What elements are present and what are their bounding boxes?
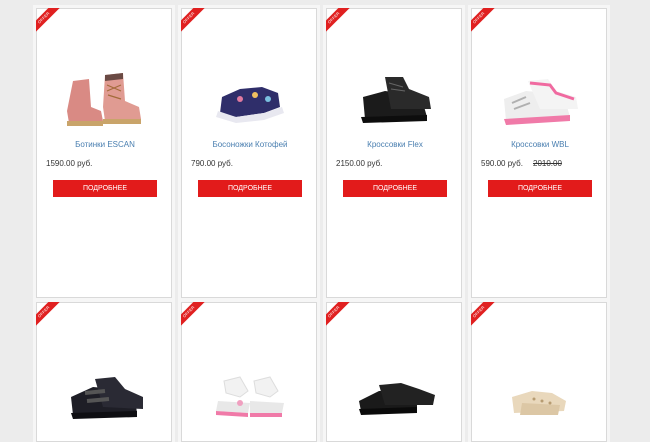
navy-sandals-icon[interactable] <box>200 63 300 133</box>
product-card[interactable]: offer <box>471 302 607 442</box>
product-price: 790.00 руб. <box>191 159 233 168</box>
offer-ribbon: offer <box>326 8 352 34</box>
black-velcro-shoes-icon[interactable] <box>55 357 155 427</box>
product-card[interactable]: offer <box>36 302 172 442</box>
details-button[interactable]: ПОДРОБНЕЕ <box>198 180 302 197</box>
product-price: 2150.00 руб. <box>336 159 383 168</box>
details-button[interactable]: ПОДРОБНЕЕ <box>53 180 157 197</box>
white-sandals-icon[interactable] <box>200 357 300 427</box>
offer-ribbon: offer <box>326 302 352 328</box>
details-button[interactable]: ПОДРОБНЕЕ <box>343 180 447 197</box>
product-card[interactable]: offer Босоножки Котофей 790.00 руб. ПОДР… <box>181 8 317 298</box>
product-card[interactable]: offer <box>326 302 462 442</box>
pink-boots-icon[interactable] <box>55 63 155 133</box>
product-card[interactable]: offer Кроссовки WBL 590.00 руб. 2010.00 … <box>471 8 607 298</box>
offer-ribbon: offer <box>181 8 207 34</box>
details-button[interactable]: ПОДРОБНЕЕ <box>488 180 592 197</box>
old-price: 2010.00 <box>533 159 562 168</box>
offer-ribbon: offer <box>471 302 497 328</box>
product-card[interactable]: offer <box>181 302 317 442</box>
offer-ribbon: offer <box>471 8 497 34</box>
product-price: 590.00 руб. <box>481 159 523 168</box>
black-loafers-icon[interactable] <box>345 357 445 427</box>
offer-ribbon: offer <box>181 302 207 328</box>
product-card[interactable]: offer Ботинки ESCAN 1590.00 руб. ПОДРОБН… <box>36 8 172 298</box>
product-name-link[interactable]: Кроссовки WBL <box>472 140 608 149</box>
beige-flats-icon[interactable] <box>490 357 590 427</box>
offer-ribbon: offer <box>36 8 62 34</box>
offer-ribbon: offer <box>36 302 62 328</box>
black-sneakers-icon[interactable] <box>345 63 445 133</box>
product-name-link[interactable]: Босоножки Котофей <box>182 140 318 149</box>
product-grid: offer Ботинки ESCAN 1590.00 руб. ПОДРОБН… <box>0 0 650 442</box>
product-card[interactable]: offer Кроссовки Flex 2150.00 руб. ПОДРОБ… <box>326 8 462 298</box>
product-name-link[interactable]: Кроссовки Flex <box>327 140 463 149</box>
white-pink-sneakers-icon[interactable] <box>490 63 590 133</box>
product-name-link[interactable]: Ботинки ESCAN <box>37 140 173 149</box>
product-price: 1590.00 руб. <box>46 159 93 168</box>
